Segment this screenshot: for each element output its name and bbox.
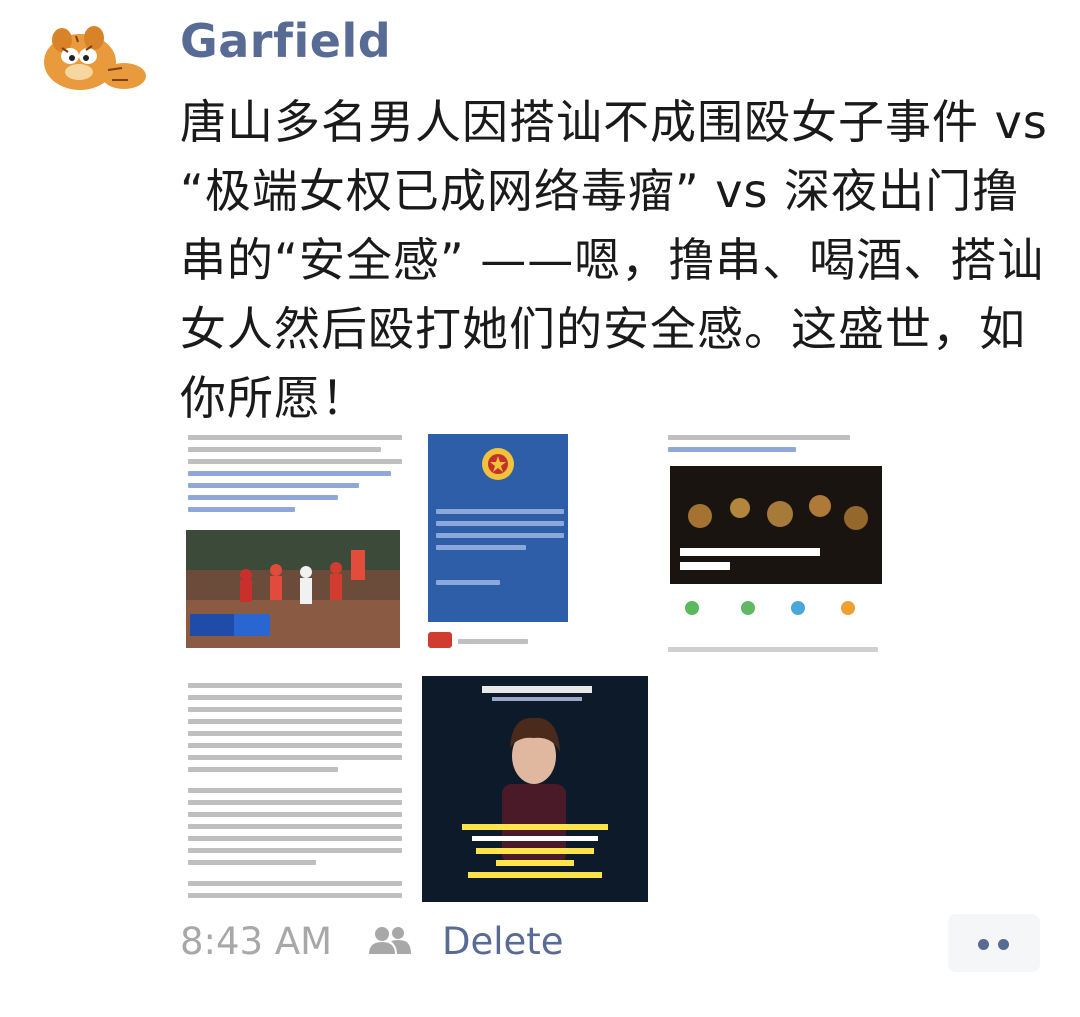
- share-actions-icon: [685, 601, 855, 615]
- more-options-dot: [998, 939, 1009, 950]
- avatar[interactable]: [32, 18, 150, 100]
- police-notice-image[interactable]: [422, 428, 648, 654]
- post-text: 唐山多名男人因搭讪不成围殴女子事件 vs “极端女权已成网络毒瘤” vs 深夜出…: [180, 95, 1048, 425]
- weibo-candles-image[interactable]: [662, 428, 888, 654]
- author-name[interactable]: Garfield: [180, 14, 391, 68]
- more-options-button[interactable]: [948, 914, 1040, 972]
- post-time: 8:43 AM: [180, 920, 333, 963]
- speaker-video-image[interactable]: [422, 676, 648, 902]
- garfield-avatar-icon: [32, 18, 150, 100]
- image-grid: [182, 428, 888, 904]
- woman-speaker-icon: [422, 676, 648, 902]
- candles-icon: [670, 466, 882, 584]
- street-fight-video-icon: [186, 530, 400, 648]
- friends-icon: [369, 927, 411, 954]
- article-text-image[interactable]: [182, 676, 408, 902]
- news-screenshot-image[interactable]: [182, 428, 408, 654]
- more-options-icon: [978, 939, 989, 950]
- police-badge-icon: [482, 448, 514, 480]
- delete-button[interactable]: Delete: [442, 920, 564, 963]
